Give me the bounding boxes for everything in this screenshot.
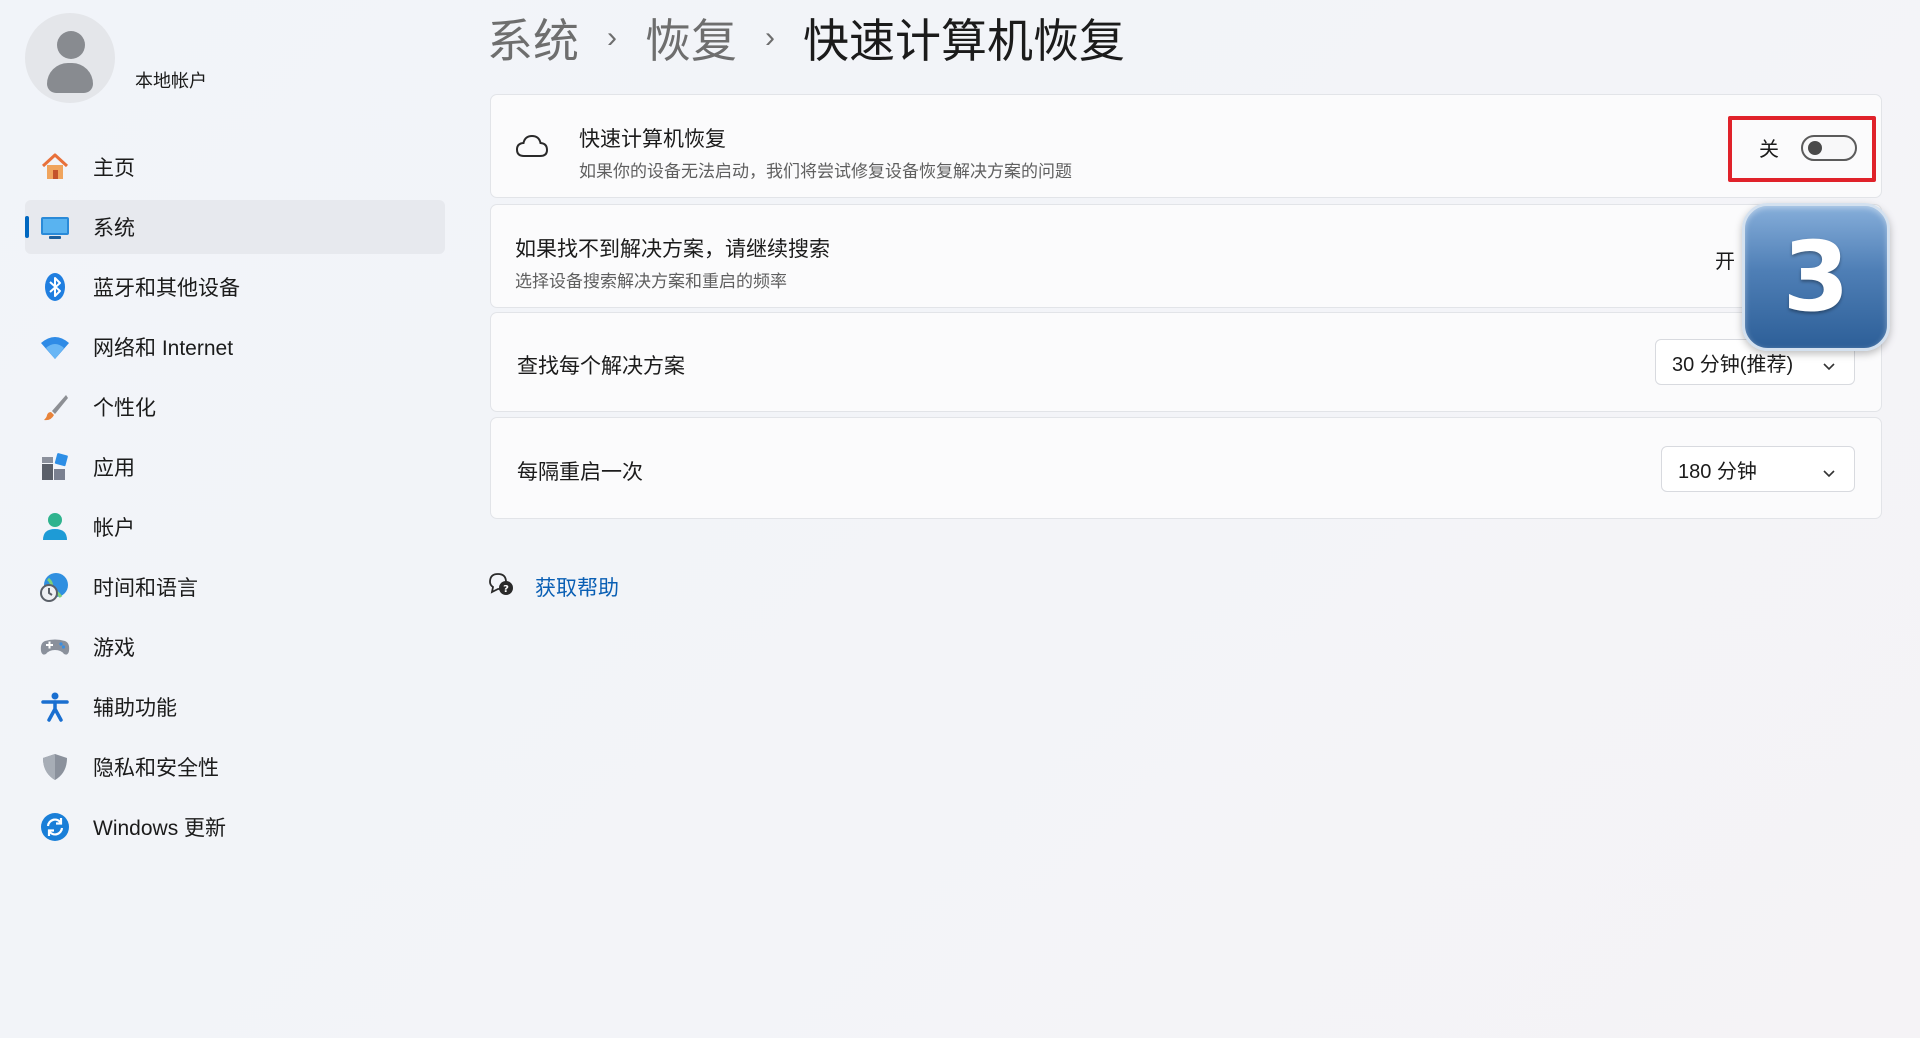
breadcrumb-system[interactable]: 系统	[487, 5, 579, 71]
sidebar-item-label: 个性化	[93, 397, 156, 420]
restart-interval-title: 每隔重启一次	[517, 461, 643, 484]
continue-search-state-label[interactable]: 开	[1715, 245, 1735, 274]
sidebar-item-label: 辅助功能	[93, 697, 177, 720]
brush-icon	[39, 391, 71, 423]
home-icon	[39, 151, 71, 183]
step-number: 3	[1782, 221, 1850, 333]
continue-search-title: 如果找不到解决方案，请继续搜索	[515, 238, 830, 261]
search-each-value: 30 分钟(推荐)	[1672, 353, 1794, 376]
restart-interval-card: 每隔重启一次 180 分钟	[490, 417, 1882, 519]
sidebar-item-label: 帐户	[93, 517, 135, 540]
search-each-title: 查找每个解决方案	[517, 355, 685, 378]
chevron-down-icon	[1822, 462, 1836, 485]
quick-recovery-description: 如果你的设备无法启动，我们将尝试修复设备恢复解决方案的问题	[579, 162, 1072, 181]
sidebar-item-accessibility[interactable]: 辅助功能	[25, 680, 445, 734]
globe-clock-icon	[39, 571, 71, 603]
sidebar-item-label: 蓝牙和其他设备	[93, 277, 240, 300]
bluetooth-icon	[39, 271, 71, 303]
breadcrumb-recovery[interactable]: 恢复	[645, 5, 737, 71]
update-icon	[39, 811, 71, 843]
accessibility-icon	[39, 691, 71, 723]
gamepad-icon	[39, 631, 71, 663]
sidebar: 本地帐户 主页 系统 蓝牙和其他设备 网络和 Internet 个性化 应用 帐…	[0, 0, 460, 1038]
sidebar-item-privacy[interactable]: 隐私和安全性	[25, 740, 445, 794]
sidebar-item-apps[interactable]: 应用	[25, 440, 445, 494]
wifi-icon	[39, 331, 71, 363]
sidebar-item-system[interactable]: 系统	[25, 200, 445, 254]
sidebar-item-label: 时间和语言	[93, 577, 198, 600]
chevron-down-icon	[1822, 355, 1836, 378]
get-help-label: 获取帮助	[535, 576, 619, 600]
sidebar-item-time-language[interactable]: 时间和语言	[25, 560, 445, 614]
sidebar-item-personalization[interactable]: 个性化	[25, 380, 445, 434]
sidebar-nav: 主页 系统 蓝牙和其他设备 网络和 Internet 个性化 应用 帐户 时间和…	[25, 140, 445, 860]
apps-icon	[39, 451, 71, 483]
quick-recovery-title: 快速计算机恢复	[579, 128, 726, 151]
help-chat-icon: ?	[487, 570, 515, 603]
sidebar-item-label: Windows 更新	[93, 817, 227, 840]
sidebar-item-windows-update[interactable]: Windows 更新	[25, 800, 445, 854]
cloud-icon	[515, 133, 549, 164]
annotation-highlight-box	[1728, 116, 1876, 182]
sidebar-item-label: 主页	[93, 157, 135, 180]
sidebar-item-gaming[interactable]: 游戏	[25, 620, 445, 674]
sidebar-item-label: 系统	[93, 217, 135, 240]
breadcrumb: 系统 › 恢复 › 快速计算机恢复	[487, 8, 1125, 68]
person-icon	[39, 511, 71, 543]
sidebar-item-home[interactable]: 主页	[25, 140, 445, 194]
breadcrumb-separator: ›	[765, 21, 775, 54]
account-panel[interactable]: 本地帐户	[25, 13, 207, 103]
sidebar-item-network[interactable]: 网络和 Internet	[25, 320, 445, 374]
restart-interval-value: 180 分钟	[1678, 460, 1757, 483]
continue-search-description: 选择设备搜索解决方案和重启的频率	[515, 272, 787, 291]
sidebar-item-accounts[interactable]: 帐户	[25, 500, 445, 554]
sidebar-item-label: 网络和 Internet	[93, 337, 234, 360]
page-title: 快速计算机恢复	[803, 15, 1125, 67]
account-name: 本地帐户	[135, 71, 207, 91]
quick-recovery-card: 快速计算机恢复 如果你的设备无法启动，我们将尝试修复设备恢复解决方案的问题 关	[490, 94, 1882, 198]
sidebar-item-label: 应用	[93, 457, 135, 480]
svg-text:?: ?	[503, 584, 509, 595]
get-help-link[interactable]: ? 获取帮助	[487, 570, 619, 603]
monitor-icon	[39, 211, 71, 243]
avatar	[25, 13, 115, 103]
shield-icon	[39, 751, 71, 783]
restart-interval-dropdown[interactable]: 180 分钟	[1661, 446, 1855, 492]
sidebar-item-label: 游戏	[93, 637, 135, 660]
continue-search-card: 如果找不到解决方案，请继续搜索 选择设备搜索解决方案和重启的频率 开	[490, 204, 1882, 308]
step-number-badge: 3	[1742, 203, 1890, 351]
search-each-card: 查找每个解决方案 30 分钟(推荐)	[490, 312, 1882, 412]
sidebar-item-bluetooth[interactable]: 蓝牙和其他设备	[25, 260, 445, 314]
breadcrumb-separator: ›	[607, 21, 617, 54]
sidebar-item-label: 隐私和安全性	[93, 757, 219, 780]
